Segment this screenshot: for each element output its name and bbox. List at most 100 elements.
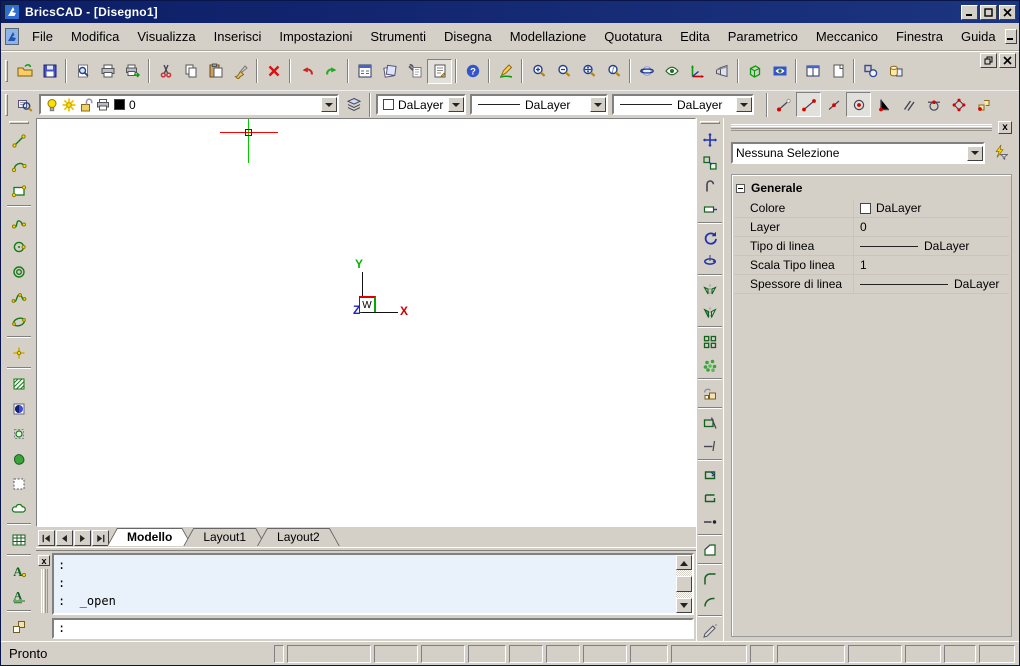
copy-entity-button[interactable] (858, 59, 883, 84)
layer-explorer-button[interactable] (12, 92, 37, 117)
snap-perpendicular-button[interactable] (871, 92, 896, 117)
rotate-button[interactable] (699, 226, 722, 249)
format-brush-button[interactable] (228, 59, 253, 84)
hatch-button[interactable] (6, 371, 31, 396)
tab-prev-button[interactable] (56, 530, 73, 546)
mirror-button[interactable] (699, 278, 722, 301)
menu-modellazione[interactable]: Modellazione (501, 25, 596, 48)
tab-next-button[interactable] (74, 530, 91, 546)
move-button[interactable] (699, 128, 722, 151)
undo-button[interactable] (294, 59, 319, 84)
snap-quadrant-button[interactable] (946, 92, 971, 117)
rotate-3d-button[interactable] (699, 249, 722, 272)
ucs-button[interactable] (684, 59, 709, 84)
zoom-out-button[interactable] (551, 59, 576, 84)
property-row-tipo-di-linea[interactable]: Tipo di lineaDaLayer (734, 237, 1009, 256)
wipeout-button[interactable] (6, 471, 31, 496)
mdi-restore-button[interactable] (980, 53, 997, 68)
snap-endpoint-button[interactable] (771, 92, 796, 117)
snap-nearest-button[interactable] (821, 92, 846, 117)
donut-button[interactable] (6, 259, 31, 284)
copy-ent-button[interactable] (699, 151, 722, 174)
menu-meccanico[interactable]: Meccanico (807, 25, 887, 48)
collapse-icon[interactable] (736, 184, 745, 193)
property-row-scala-tipo-linea[interactable]: Scala Tipo linea1 (734, 256, 1009, 275)
print-button[interactable] (95, 59, 120, 84)
open-poly-button[interactable] (699, 486, 722, 509)
scroll-down-icon[interactable] (676, 598, 692, 613)
line-button[interactable] (6, 128, 31, 153)
drawing-canvas[interactable]: Y W Z X (36, 118, 696, 527)
menu-visualizza[interactable]: Visualizza (128, 25, 204, 48)
break-button[interactable] (699, 509, 722, 532)
property-value[interactable]: DaLayer (854, 237, 1009, 255)
polyline-button[interactable] (6, 209, 31, 234)
menu-impostazioni[interactable]: Impostazioni (270, 25, 361, 48)
tab-modello[interactable]: Modello (107, 528, 192, 546)
snap-center-button[interactable] (846, 92, 871, 117)
tab-layout2[interactable]: Layout2 (257, 528, 340, 546)
toolbar-grip[interactable] (700, 121, 720, 124)
color-combo[interactable]: DaLayer (376, 94, 466, 115)
spline-button[interactable] (6, 284, 31, 309)
copy-button[interactable] (178, 59, 203, 84)
box-3d-button[interactable] (742, 59, 767, 84)
maximize-button[interactable] (980, 5, 997, 20)
zoom-window-button[interactable] (576, 59, 601, 84)
dropdown-arrow-icon[interactable] (967, 146, 983, 161)
layers-button[interactable] (377, 59, 402, 84)
explode-button[interactable] (699, 619, 722, 641)
redo-button[interactable] (319, 59, 344, 84)
layer-combo[interactable]: 0 (39, 94, 339, 115)
dropdown-arrow-icon[interactable] (590, 97, 606, 112)
quick-select-button[interactable] (988, 142, 1012, 164)
menu-guida[interactable]: Guida (952, 25, 1005, 48)
scrollbar-track[interactable] (676, 570, 692, 598)
menu-parametrico[interactable]: Parametrico (719, 25, 807, 48)
scroll-up-icon[interactable] (676, 555, 692, 570)
revcloud-button[interactable] (6, 496, 31, 521)
property-value[interactable]: DaLayer (854, 199, 1009, 217)
paste-button[interactable] (203, 59, 228, 84)
mdi-minimize-button[interactable] (1005, 29, 1017, 44)
property-value[interactable]: 0 (854, 218, 1009, 236)
selection-combo[interactable]: Nessuna Selezione (731, 142, 985, 164)
print-export-button[interactable] (120, 59, 145, 84)
linetype-combo[interactable]: DaLayer (470, 94, 608, 115)
zoom-previous-button[interactable]: f (601, 59, 626, 84)
tab-layout1[interactable]: Layout1 (183, 528, 266, 546)
render-button[interactable] (767, 59, 792, 84)
snap-tangent-button[interactable] (921, 92, 946, 117)
print-preview-button[interactable] (70, 59, 95, 84)
property-value[interactable]: 1 (854, 256, 1009, 274)
mdi-close-button[interactable] (999, 53, 1016, 68)
menu-strumenti[interactable]: Strumenti (361, 25, 435, 48)
dropdown-arrow-icon[interactable] (736, 97, 752, 112)
menu-finestra[interactable]: Finestra (887, 25, 952, 48)
zoom-in-button[interactable] (526, 59, 551, 84)
menu-modifica[interactable]: Modifica (62, 25, 128, 48)
snap-midpoint-button[interactable] (796, 92, 821, 117)
new-window-button[interactable] (825, 59, 850, 84)
extend-button[interactable] (699, 434, 722, 457)
block-button[interactable] (6, 614, 31, 639)
array-3d-button[interactable] (699, 353, 722, 376)
named-views-button[interactable] (709, 59, 734, 84)
rectangle-button[interactable] (6, 178, 31, 203)
close-button[interactable] (999, 5, 1016, 20)
menu-disegna[interactable]: Disegna (435, 25, 501, 48)
panel-grip[interactable] (731, 124, 992, 131)
tile-windows-button[interactable] (800, 59, 825, 84)
gradient-button[interactable] (6, 396, 31, 421)
orbit-button[interactable] (634, 59, 659, 84)
properties-toggle-button[interactable] (427, 59, 452, 84)
array-button[interactable] (699, 330, 722, 353)
open-button[interactable] (12, 59, 37, 84)
cut-button[interactable] (153, 59, 178, 84)
toolbar-grip[interactable] (5, 60, 8, 82)
blocks-button[interactable] (883, 59, 908, 84)
drawing-explorer-button[interactable] (352, 59, 377, 84)
menu-inserisci[interactable]: Inserisci (205, 25, 271, 48)
command-grip[interactable] (41, 569, 48, 613)
snap-parallel-button[interactable] (896, 92, 921, 117)
